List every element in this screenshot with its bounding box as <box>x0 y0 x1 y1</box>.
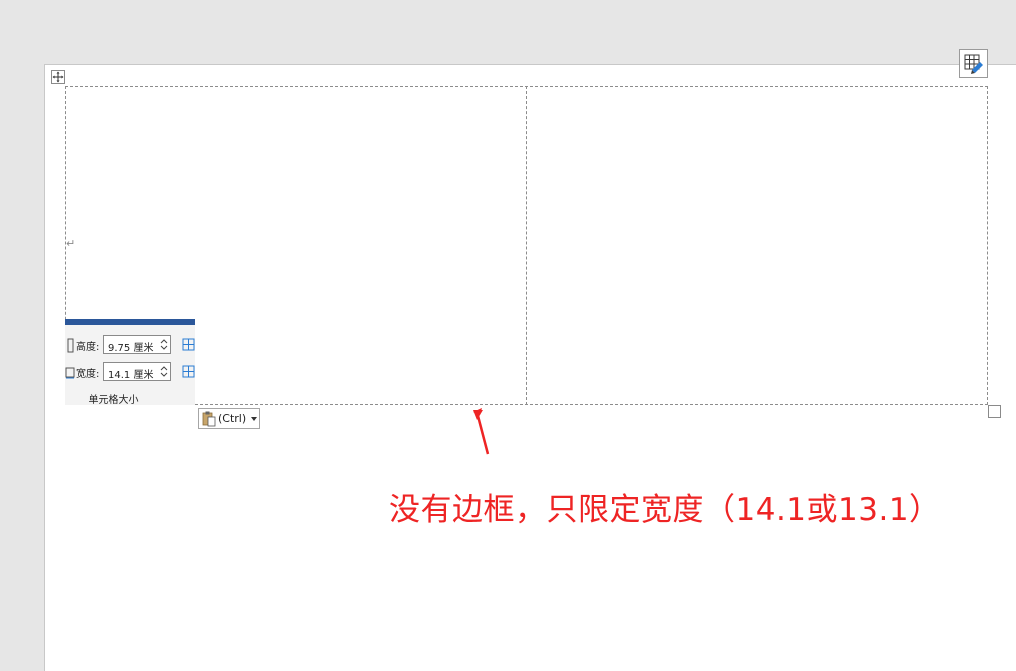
width-value: 14.1 厘米 <box>108 370 154 381</box>
table-column-divider[interactable] <box>526 86 527 405</box>
cell-size-ribbon-image: 高度: 9.75 厘米 宽度: 14.1 厘米 单元格大小 <box>65 319 195 406</box>
paragraph-mark: ↵ <box>66 237 76 250</box>
spin-up-icon <box>160 339 168 344</box>
spin-down-icon <box>160 345 168 350</box>
column-width-control: 宽度: 14.1 厘米 <box>65 362 195 383</box>
distribute-columns-icon[interactable] <box>182 365 195 378</box>
cell-size-group-label: 单元格大小 <box>88 395 139 406</box>
table-resize-handle[interactable] <box>988 405 1001 418</box>
height-label: 高度: <box>76 342 100 353</box>
paste-options-label: (Ctrl) <box>218 412 247 425</box>
annotation-arrow-icon <box>473 408 490 455</box>
width-label: 宽度: <box>76 369 100 380</box>
layout-options-icon <box>964 54 983 74</box>
height-input[interactable]: 9.75 厘米 <box>103 335 171 354</box>
spin-up-icon <box>160 366 168 371</box>
annotation-text: 没有边框，只限定宽度（14.1或13.1） <box>389 492 941 528</box>
width-icon <box>65 367 75 379</box>
spin-down-icon <box>160 372 168 377</box>
width-spinner[interactable] <box>160 364 168 379</box>
layout-options-button[interactable] <box>959 49 988 78</box>
ribbon-accent-bar <box>65 319 195 325</box>
distribute-rows-icon[interactable] <box>182 338 195 351</box>
height-icon <box>67 338 74 353</box>
height-spinner[interactable] <box>160 337 168 352</box>
height-value: 9.75 厘米 <box>108 343 154 354</box>
row-height-control: 高度: 9.75 厘米 <box>65 335 195 356</box>
table-move-handle[interactable] <box>51 70 65 84</box>
move-icon <box>52 71 64 83</box>
dropdown-arrow-icon <box>251 417 257 421</box>
paste-options-button[interactable]: (Ctrl) <box>198 408 260 429</box>
clipboard-icon <box>202 411 216 427</box>
width-input[interactable]: 14.1 厘米 <box>103 362 171 381</box>
